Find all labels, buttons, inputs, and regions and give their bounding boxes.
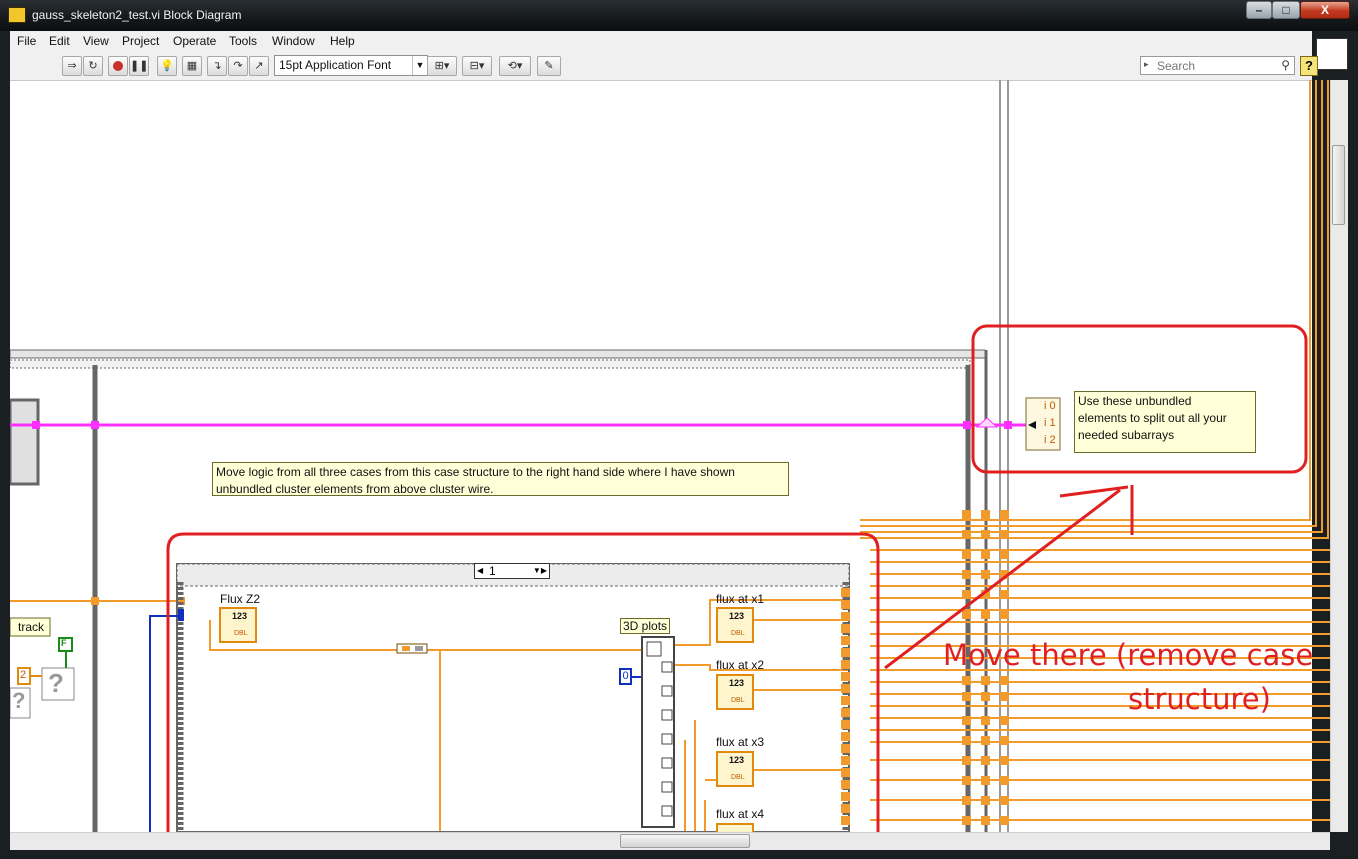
chevron-down-icon: ▼ <box>412 56 427 75</box>
note-unbundle-line-1: Use these unbundled <box>1078 394 1192 408</box>
window-frame-bottom <box>0 850 1358 859</box>
toolbar: ⇒ ↻ ❚❚ 💡 ▦ ↴ ↷ ↗ 15pt Application Font ▼ … <box>10 52 1318 81</box>
unbundle-element-0[interactable]: i 0 <box>1044 400 1056 412</box>
question-icon: ? <box>48 668 64 698</box>
unbundle-element-2[interactable]: i 2 <box>1044 434 1056 446</box>
question-icon-2: ? <box>12 688 26 713</box>
case-prev-icon[interactable]: ◀ <box>477 564 483 578</box>
step-out-icon[interactable]: ↗ <box>249 56 269 76</box>
highlight-execution-icon[interactable]: 💡 <box>157 56 177 76</box>
diagram-canvas <box>10 80 1330 832</box>
block-diagram[interactable]: Move logic from all three cases from thi… <box>10 80 1330 832</box>
indicator-flux-z2-type: DBL <box>234 630 248 637</box>
indicator-flux-x2-value: 123 <box>729 678 745 688</box>
indicator-flux-x1-value: 123 <box>729 611 745 621</box>
label-flux-x4: flux at x4 <box>716 807 765 821</box>
clean-up-diagram-icon[interactable]: ✎ <box>537 56 561 76</box>
reorder-icon[interactable]: ⟲▾ <box>499 56 531 76</box>
note-unbundle-line-2: elements to split out all your <box>1078 411 1227 425</box>
align-objects-icon[interactable]: ⊞▾ <box>427 56 457 76</box>
window-frame-left <box>0 31 10 859</box>
step-into-icon[interactable]: ↴ <box>207 56 227 76</box>
indicator-flux-x3-type: DBL <box>731 774 745 781</box>
case-next-icon[interactable]: ▼▶ <box>533 564 547 578</box>
index-array-node <box>641 636 675 828</box>
menu-operate[interactable]: Operate <box>173 34 216 48</box>
array-tunnels <box>91 510 1009 825</box>
maximize-button[interactable]: □ <box>1272 1 1300 19</box>
label-3d-plots: 3D plots <box>620 618 671 634</box>
indicator-flux-x3-value: 123 <box>729 755 745 765</box>
array-to-cluster-node <box>396 643 428 654</box>
for-loop-frame <box>10 349 988 832</box>
title-bar: gauss_skeleton2_test.vi Block Diagram – … <box>0 0 1358 31</box>
minimize-glyph: – <box>1255 3 1263 17</box>
annotation-line-2: structure) <box>1128 682 1271 716</box>
menu-window[interactable]: Window <box>272 34 315 48</box>
menu-help[interactable]: Help <box>330 34 355 48</box>
run-arrow-icon[interactable]: ⇒ <box>62 56 82 76</box>
menu-project[interactable]: Project <box>122 34 159 48</box>
label-flux-x3: flux at x3 <box>716 735 765 749</box>
note-unbundle[interactable]: Use these unbundled elements to split ou… <box>1074 391 1256 453</box>
numeric-constant[interactable]: 2 <box>20 669 26 681</box>
window-title: gauss_skeleton2_test.vi Block Diagram <box>32 8 242 22</box>
font-select-value: 15pt Application Font <box>279 58 392 72</box>
note-move-logic[interactable]: Move logic from all three cases from thi… <box>212 462 789 496</box>
context-help-button[interactable]: ? <box>1300 56 1318 76</box>
note-unbundle-line-3: needed subarrays <box>1078 428 1175 442</box>
close-button[interactable]: X <box>1300 1 1350 19</box>
label-flux-x1: flux at x1 <box>716 592 765 606</box>
label-flux-x2: flux at x2 <box>716 658 765 672</box>
pause-icon[interactable]: ❚❚ <box>129 56 149 76</box>
indicator-flux-x1-type: DBL <box>731 630 745 637</box>
note-move-logic-line-1: Move logic from all three cases from thi… <box>216 465 735 479</box>
search-scope-icon: ▸ <box>1144 59 1149 69</box>
menu-file[interactable]: File <box>17 34 36 48</box>
retain-wire-values-icon[interactable]: ▦ <box>182 56 202 76</box>
menu-view[interactable]: View <box>83 34 109 48</box>
search-icon[interactable]: ⚲ <box>1281 58 1290 72</box>
abort-icon[interactable] <box>108 56 128 76</box>
label-track: track <box>18 620 45 634</box>
run-continuously-icon[interactable]: ↻ <box>83 56 103 76</box>
menu-edit[interactable]: Edit <box>49 34 70 48</box>
search-placeholder: Search <box>1157 59 1196 73</box>
case-selector-value: 1 <box>489 564 496 578</box>
left-subvi-frame <box>10 398 40 486</box>
label-flux-z2: Flux Z2 <box>220 592 261 606</box>
note-move-logic-line-2: unbundled cluster elements from above cl… <box>216 482 494 496</box>
maximize-glyph: □ <box>1282 3 1290 17</box>
vi-connector-icon[interactable] <box>1316 38 1348 70</box>
vertical-scroll-thumb[interactable] <box>1332 145 1345 225</box>
indicator-flux-z2-value: 123 <box>232 611 248 621</box>
labview-app-icon <box>8 7 26 23</box>
case-selector[interactable]: ◀ 1 ▼▶ <box>474 563 550 579</box>
annotation-line-1: Move there (remove case <box>943 638 1314 672</box>
distribute-objects-icon[interactable]: ⊟▾ <box>462 56 492 76</box>
index-constant[interactable]: 0 <box>619 668 632 685</box>
horizontal-scroll-thumb[interactable] <box>620 834 750 848</box>
boolean-constant[interactable]: F <box>61 638 67 648</box>
shift-register-icon <box>975 417 999 428</box>
indicator-flux-x2-type: DBL <box>731 697 745 704</box>
minimize-button[interactable]: – <box>1246 1 1272 19</box>
menu-tools[interactable]: Tools <box>229 34 257 48</box>
unbundle-element-1[interactable]: i 1 <box>1044 417 1056 429</box>
blue-tunnel <box>178 609 184 621</box>
search-input[interactable]: ▸ Search ⚲ <box>1140 56 1295 75</box>
menu-bar: File Edit View Project Operate Tools Win… <box>10 31 1312 52</box>
step-over-icon[interactable]: ↷ <box>228 56 248 76</box>
font-select[interactable]: 15pt Application Font ▼ <box>274 55 428 76</box>
close-glyph: X <box>1320 3 1329 17</box>
